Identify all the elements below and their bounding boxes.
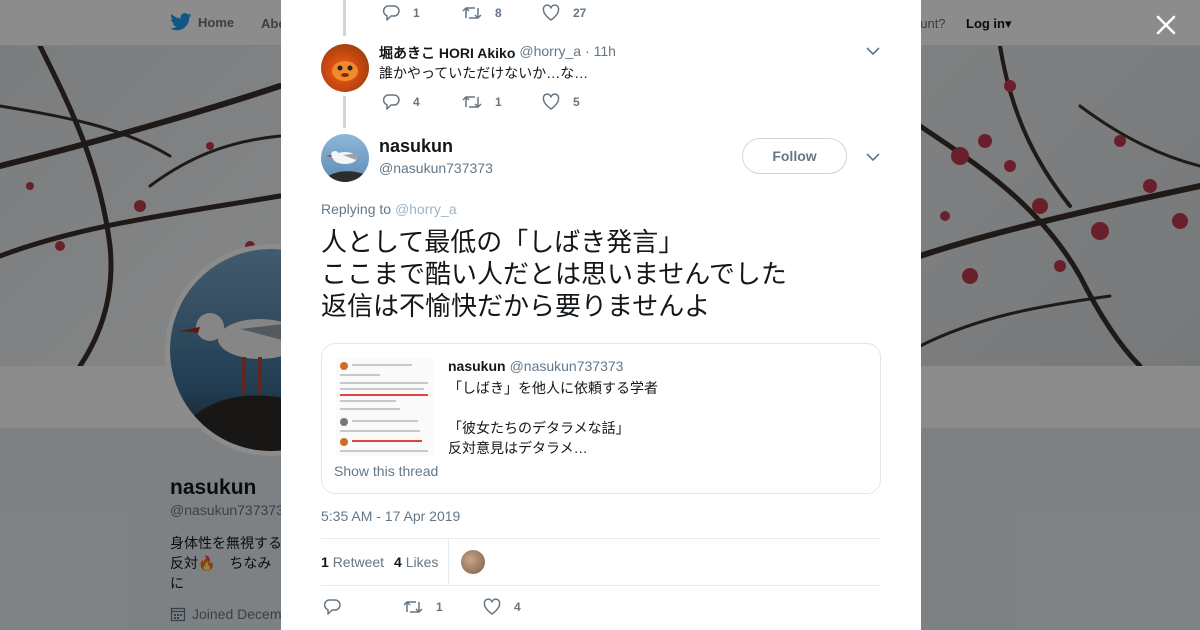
tweet-text-line: 人として最低の「しばき発言」 [321,227,685,257]
liker-avatar[interactable] [461,550,485,574]
reply-icon [323,599,341,615]
replying-to-prefix: Replying to [321,201,395,217]
replying-to-link[interactable]: @horry_a [395,201,457,217]
quoted-tweet-card[interactable]: nasukun @nasukun737373 「しばき」を他人に依頼する学者 「… [321,343,881,494]
follow-button[interactable]: Follow [742,138,847,174]
tweet-permalink-modal: 1 8 27 堀あきこ HORI Akiko @horry_a · 11h 誰か… [281,0,921,630]
reply-actions: 4 1 5 [382,93,622,111]
stats-divider [448,539,449,585]
tweet-author-avatar[interactable] [321,134,369,182]
retweet-stat-count: 1 [321,554,329,570]
tweet-author-handle[interactable]: @nasukun737373 [379,160,493,176]
tweet-text-line: ここまで酷い人だとは思いませんでした [321,259,787,289]
likes-stat[interactable]: 4 Likes [394,554,438,570]
reply-button[interactable]: 4 [382,93,462,111]
retweet-button[interactable]: 8 [462,4,542,22]
tweet-timestamp[interactable]: 5:35 AM - 17 Apr 2019 [321,508,460,524]
heart-icon [542,4,560,21]
retweet-count: 1 [436,600,443,614]
like-button[interactable]: 4 [483,598,563,616]
thread-connector [343,96,346,128]
reply-timestamp[interactable]: · 11h [585,43,616,63]
retweet-button[interactable]: 1 [403,598,483,616]
like-count: 4 [514,600,521,614]
retweet-stat[interactable]: 1 Retweet [321,554,384,570]
quoted-tweet-thumbnail [336,358,434,456]
quoted-text-line [448,398,658,418]
quoted-author-handle: @nasukun737373 [509,358,624,374]
close-icon [1156,15,1176,35]
likes-stat-label: Likes [405,554,439,570]
reply-button[interactable] [323,598,403,616]
retweet-icon [462,7,482,19]
retweet-count: 1 [495,95,502,109]
replying-to: Replying to @horry_a [321,201,457,217]
reply-button[interactable]: 1 [382,4,462,22]
close-modal-button[interactable] [1152,11,1180,39]
like-count: 27 [573,6,587,20]
tweet-text-line: 返信は不愉快だから要りませんよ [321,291,711,321]
quoted-text-line: 反対意見はデタラメ… [448,440,588,456]
likes-stat-count: 4 [394,554,402,570]
quoted-author-name: nasukun [448,358,506,374]
retweet-button[interactable]: 1 [462,93,542,111]
quoted-tweet-text: 「しばき」を他人に依頼する学者 「彼女たちのデタラメな話」 反対意見はデタラメ… [448,378,658,458]
tweet-more-chevron-icon[interactable] [866,151,880,163]
reply-count: 1 [413,6,420,20]
like-button[interactable]: 5 [542,93,622,111]
reply-icon [382,94,400,110]
reply-count: 4 [413,95,420,109]
reply-header: 堀あきこ HORI Akiko @horry_a · 11h [379,43,616,63]
like-count: 5 [573,95,580,109]
retweet-icon [462,96,482,108]
show-thread-link[interactable]: Show this thread [334,463,438,479]
retweet-stat-label: Retweet [332,554,385,570]
quoted-text-line: 「彼女たちのデタラメな話」 [448,420,630,436]
prev-tweet-actions: 1 8 27 [382,4,622,22]
tweet-actions: 1 4 [323,598,563,616]
reply-text: 誰かやっていただけないか…な… [379,65,589,81]
retweet-icon [403,601,423,613]
heart-icon [542,93,560,110]
retweet-count: 8 [495,6,502,20]
heart-icon [483,598,501,615]
reply-more-chevron-icon[interactable] [866,45,880,57]
tweet-author-name[interactable]: nasukun [379,136,453,157]
tweet-stats: 1 Retweet 4 Likes [321,538,881,586]
like-button[interactable]: 27 [542,4,622,22]
reply-author-handle[interactable]: @horry_a [519,43,581,63]
thread-connector [343,0,346,36]
quoted-text-line: 「しばき」を他人に依頼する学者 [448,380,658,396]
reply-icon [382,5,400,21]
quoted-tweet-author: nasukun @nasukun737373 [448,358,623,374]
reply-author-name[interactable]: 堀あきこ HORI Akiko [379,43,515,63]
tweet-text: 人として最低の「しばき発言」 ここまで酷い人だとは思いませんでした 返信は不愉快… [321,226,901,322]
reply-author-avatar[interactable] [321,44,369,92]
